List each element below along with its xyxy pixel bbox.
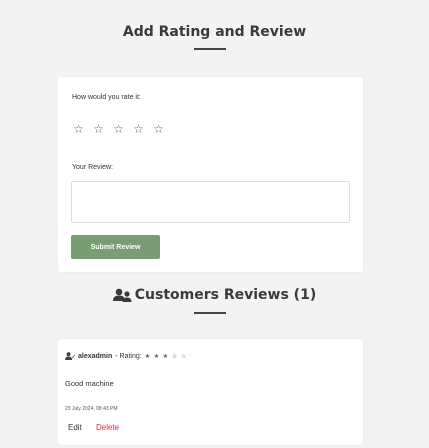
star-1-icon[interactable]: ☆ bbox=[72, 122, 85, 136]
star-rating-input[interactable]: ☆ ☆ ☆ ☆ ☆ bbox=[72, 122, 165, 136]
review-textarea[interactable] bbox=[71, 181, 350, 223]
review-author: alexadmin bbox=[78, 352, 113, 360]
reviews-title: Customers Reviews (1) bbox=[134, 287, 317, 303]
submit-review-button[interactable]: Submit Review bbox=[71, 235, 160, 259]
review-label: Your Review: bbox=[72, 164, 113, 171]
star-2-icon[interactable]: ☆ bbox=[92, 122, 105, 136]
reviews-heading: Customers Reviews (1) bbox=[0, 287, 429, 303]
review-meta: alexadmin - Rating: ★ ★ ★ ☆ ☆ bbox=[65, 352, 187, 360]
user-icon bbox=[65, 352, 75, 360]
review-rating-stars: ★ ★ ★ ☆ ☆ bbox=[144, 353, 188, 360]
star-3-icon[interactable]: ☆ bbox=[112, 122, 125, 136]
review-timestamp: 23 July 2024, 08:43 PM bbox=[65, 406, 118, 412]
title-underline bbox=[194, 48, 226, 50]
users-icon bbox=[112, 288, 133, 302]
reviews-underline bbox=[194, 312, 226, 314]
edit-review-link[interactable]: Edit bbox=[68, 423, 82, 432]
delete-review-link[interactable]: Delete bbox=[96, 423, 119, 432]
review-rating-prefix: - Rating: bbox=[115, 352, 142, 360]
star-5-icon[interactable]: ☆ bbox=[152, 122, 165, 136]
page-title: Add Rating and Review bbox=[122, 24, 307, 40]
star-4-icon[interactable]: ☆ bbox=[132, 122, 145, 136]
rating-question-label: How would you rate it: bbox=[72, 94, 141, 101]
review-text: Good machine bbox=[65, 379, 114, 388]
